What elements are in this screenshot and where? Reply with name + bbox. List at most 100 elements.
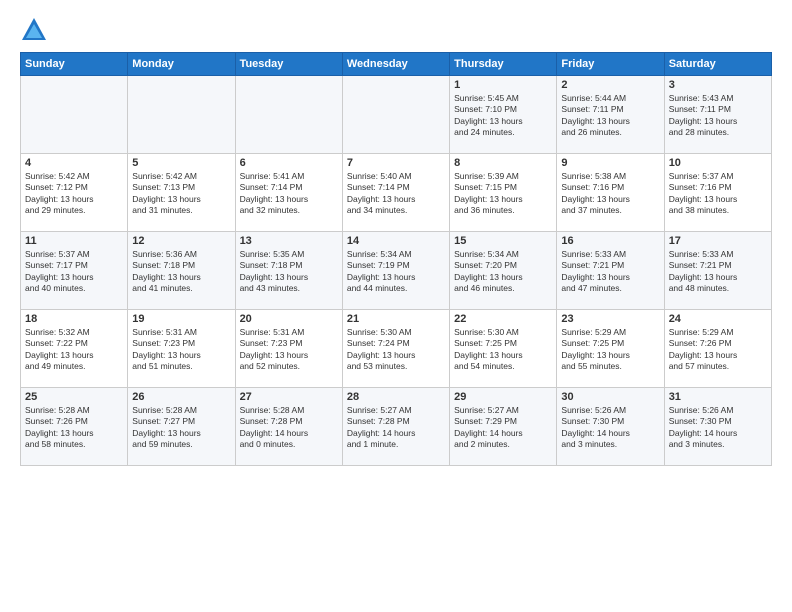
day-info: Sunrise: 5:28 AM Sunset: 7:27 PM Dayligh… bbox=[132, 405, 230, 451]
day-cell: 27Sunrise: 5:28 AM Sunset: 7:28 PM Dayli… bbox=[235, 388, 342, 466]
day-info: Sunrise: 5:35 AM Sunset: 7:18 PM Dayligh… bbox=[240, 249, 338, 295]
day-cell: 20 Sunrise: 5:31 AM Sunset: 7:23 PM Dayli… bbox=[235, 310, 342, 388]
day-info: Sunrise: 5:27 AM Sunset: 7:29 PM Dayligh… bbox=[454, 405, 552, 451]
day-number: 15 bbox=[454, 235, 552, 247]
day-info: Sunrise: 5:30 AM Sunset: 7:25 PM Dayligh… bbox=[454, 327, 552, 373]
day-cell: 14 Sunrise: 5:34 AM Sunset: 7:19 PM Dayli… bbox=[342, 232, 449, 310]
day-info: Sunrise: 5:36 AM Sunset: 7:18 PM Dayligh… bbox=[132, 249, 230, 295]
day-info: Sunrise: 5:34 AM Sunset: 7:20 PM Dayligh… bbox=[454, 249, 552, 295]
day-header-monday: Monday bbox=[128, 53, 235, 76]
day-number: 1 bbox=[454, 79, 552, 91]
day-cell: 21 Sunrise: 5:30 AM Sunset: 7:24 PM Dayli… bbox=[342, 310, 449, 388]
day-cell: 16Sunrise: 5:33 AM Sunset: 7:21 PM Dayli… bbox=[557, 232, 664, 310]
day-info: Sunrise: 5:33 AM Sunset: 7:21 PM Dayligh… bbox=[669, 249, 767, 295]
day-header-friday: Friday bbox=[557, 53, 664, 76]
day-cell bbox=[342, 76, 449, 154]
day-cell bbox=[128, 76, 235, 154]
day-number: 28 bbox=[347, 391, 445, 403]
day-number: 18 bbox=[25, 313, 123, 325]
logo-icon bbox=[20, 16, 48, 44]
day-number: 27 bbox=[240, 391, 338, 403]
day-number: 17 bbox=[669, 235, 767, 247]
day-cell: 9 Sunrise: 5:38 AM Sunset: 7:16 PM Daylig… bbox=[557, 154, 664, 232]
day-header-thursday: Thursday bbox=[450, 53, 557, 76]
day-number: 14 bbox=[347, 235, 445, 247]
day-number: 11 bbox=[25, 235, 123, 247]
day-info: Sunrise: 5:34 AM Sunset: 7:19 PM Dayligh… bbox=[347, 249, 445, 295]
day-info: Sunrise: 5:37 AM Sunset: 7:17 PM Dayligh… bbox=[25, 249, 123, 295]
header bbox=[20, 16, 772, 44]
day-cell: 11 Sunrise: 5:37 AM Sunset: 7:17 PM Dayli… bbox=[21, 232, 128, 310]
day-info: Sunrise: 5:43 AM Sunset: 7:11 PM Dayligh… bbox=[669, 93, 767, 139]
day-info: Sunrise: 5:32 AM Sunset: 7:22 PM Dayligh… bbox=[25, 327, 123, 373]
day-info: Sunrise: 5:31 AM Sunset: 7:23 PM Dayligh… bbox=[132, 327, 230, 373]
day-info: Sunrise: 5:27 AM Sunset: 7:28 PM Dayligh… bbox=[347, 405, 445, 451]
day-info: Sunrise: 5:42 AM Sunset: 7:12 PM Dayligh… bbox=[25, 171, 123, 217]
days-header-row: SundayMondayTuesdayWednesdayThursdayFrid… bbox=[21, 53, 772, 76]
day-info: Sunrise: 5:39 AM Sunset: 7:15 PM Dayligh… bbox=[454, 171, 552, 217]
day-cell bbox=[21, 76, 128, 154]
day-number: 12 bbox=[132, 235, 230, 247]
day-info: Sunrise: 5:28 AM Sunset: 7:26 PM Dayligh… bbox=[25, 405, 123, 451]
day-header-saturday: Saturday bbox=[664, 53, 771, 76]
day-cell: 12 Sunrise: 5:36 AM Sunset: 7:18 PM Dayli… bbox=[128, 232, 235, 310]
day-cell: 26 Sunrise: 5:28 AM Sunset: 7:27 PM Dayli… bbox=[128, 388, 235, 466]
week-row-5: 25 Sunrise: 5:28 AM Sunset: 7:26 PM Dayli… bbox=[21, 388, 772, 466]
day-cell: 25 Sunrise: 5:28 AM Sunset: 7:26 PM Dayli… bbox=[21, 388, 128, 466]
day-info: Sunrise: 5:37 AM Sunset: 7:16 PM Dayligh… bbox=[669, 171, 767, 217]
day-cell: 23 Sunrise: 5:29 AM Sunset: 7:25 PM Dayli… bbox=[557, 310, 664, 388]
day-info: Sunrise: 5:41 AM Sunset: 7:14 PM Dayligh… bbox=[240, 171, 338, 217]
day-header-sunday: Sunday bbox=[21, 53, 128, 76]
day-cell: 29 Sunrise: 5:27 AM Sunset: 7:29 PM Dayli… bbox=[450, 388, 557, 466]
day-number: 6 bbox=[240, 157, 338, 169]
day-cell: 22 Sunrise: 5:30 AM Sunset: 7:25 PM Dayli… bbox=[450, 310, 557, 388]
day-number: 29 bbox=[454, 391, 552, 403]
day-cell: 7 Sunrise: 5:40 AM Sunset: 7:14 PM Daylig… bbox=[342, 154, 449, 232]
week-row-1: 1Sunrise: 5:45 AM Sunset: 7:10 PM Daylig… bbox=[21, 76, 772, 154]
day-cell: 10Sunrise: 5:37 AM Sunset: 7:16 PM Dayli… bbox=[664, 154, 771, 232]
day-info: Sunrise: 5:29 AM Sunset: 7:25 PM Dayligh… bbox=[561, 327, 659, 373]
calendar-table: SundayMondayTuesdayWednesdayThursdayFrid… bbox=[20, 52, 772, 466]
day-cell: 15 Sunrise: 5:34 AM Sunset: 7:20 PM Dayli… bbox=[450, 232, 557, 310]
day-number: 26 bbox=[132, 391, 230, 403]
day-cell: 1Sunrise: 5:45 AM Sunset: 7:10 PM Daylig… bbox=[450, 76, 557, 154]
day-number: 16 bbox=[561, 235, 659, 247]
day-cell: 8Sunrise: 5:39 AM Sunset: 7:15 PM Daylig… bbox=[450, 154, 557, 232]
day-number: 3 bbox=[669, 79, 767, 91]
day-number: 21 bbox=[347, 313, 445, 325]
day-number: 25 bbox=[25, 391, 123, 403]
week-row-2: 4 Sunrise: 5:42 AM Sunset: 7:12 PM Daylig… bbox=[21, 154, 772, 232]
day-cell: 28 Sunrise: 5:27 AM Sunset: 7:28 PM Dayli… bbox=[342, 388, 449, 466]
day-cell: 2Sunrise: 5:44 AM Sunset: 7:11 PM Daylig… bbox=[557, 76, 664, 154]
day-cell: 13Sunrise: 5:35 AM Sunset: 7:18 PM Dayli… bbox=[235, 232, 342, 310]
day-number: 2 bbox=[561, 79, 659, 91]
day-info: Sunrise: 5:42 AM Sunset: 7:13 PM Dayligh… bbox=[132, 171, 230, 217]
day-number: 20 bbox=[240, 313, 338, 325]
day-cell: 6 Sunrise: 5:41 AM Sunset: 7:14 PM Daylig… bbox=[235, 154, 342, 232]
day-info: Sunrise: 5:31 AM Sunset: 7:23 PM Dayligh… bbox=[240, 327, 338, 373]
day-info: Sunrise: 5:40 AM Sunset: 7:14 PM Dayligh… bbox=[347, 171, 445, 217]
page: SundayMondayTuesdayWednesdayThursdayFrid… bbox=[0, 0, 792, 612]
day-cell: 5 Sunrise: 5:42 AM Sunset: 7:13 PM Daylig… bbox=[128, 154, 235, 232]
week-row-3: 11 Sunrise: 5:37 AM Sunset: 7:17 PM Dayli… bbox=[21, 232, 772, 310]
day-number: 31 bbox=[669, 391, 767, 403]
day-number: 5 bbox=[132, 157, 230, 169]
day-header-tuesday: Tuesday bbox=[235, 53, 342, 76]
logo bbox=[20, 16, 52, 44]
day-number: 7 bbox=[347, 157, 445, 169]
day-cell: 17 Sunrise: 5:33 AM Sunset: 7:21 PM Dayli… bbox=[664, 232, 771, 310]
day-number: 4 bbox=[25, 157, 123, 169]
day-cell: 19 Sunrise: 5:31 AM Sunset: 7:23 PM Dayli… bbox=[128, 310, 235, 388]
day-number: 24 bbox=[669, 313, 767, 325]
day-info: Sunrise: 5:26 AM Sunset: 7:30 PM Dayligh… bbox=[669, 405, 767, 451]
day-info: Sunrise: 5:30 AM Sunset: 7:24 PM Dayligh… bbox=[347, 327, 445, 373]
day-number: 9 bbox=[561, 157, 659, 169]
day-cell: 31 Sunrise: 5:26 AM Sunset: 7:30 PM Dayli… bbox=[664, 388, 771, 466]
day-number: 23 bbox=[561, 313, 659, 325]
week-row-4: 18 Sunrise: 5:32 AM Sunset: 7:22 PM Dayli… bbox=[21, 310, 772, 388]
day-info: Sunrise: 5:26 AM Sunset: 7:30 PM Dayligh… bbox=[561, 405, 659, 451]
day-number: 19 bbox=[132, 313, 230, 325]
day-header-wednesday: Wednesday bbox=[342, 53, 449, 76]
day-number: 22 bbox=[454, 313, 552, 325]
day-info: Sunrise: 5:38 AM Sunset: 7:16 PM Dayligh… bbox=[561, 171, 659, 217]
